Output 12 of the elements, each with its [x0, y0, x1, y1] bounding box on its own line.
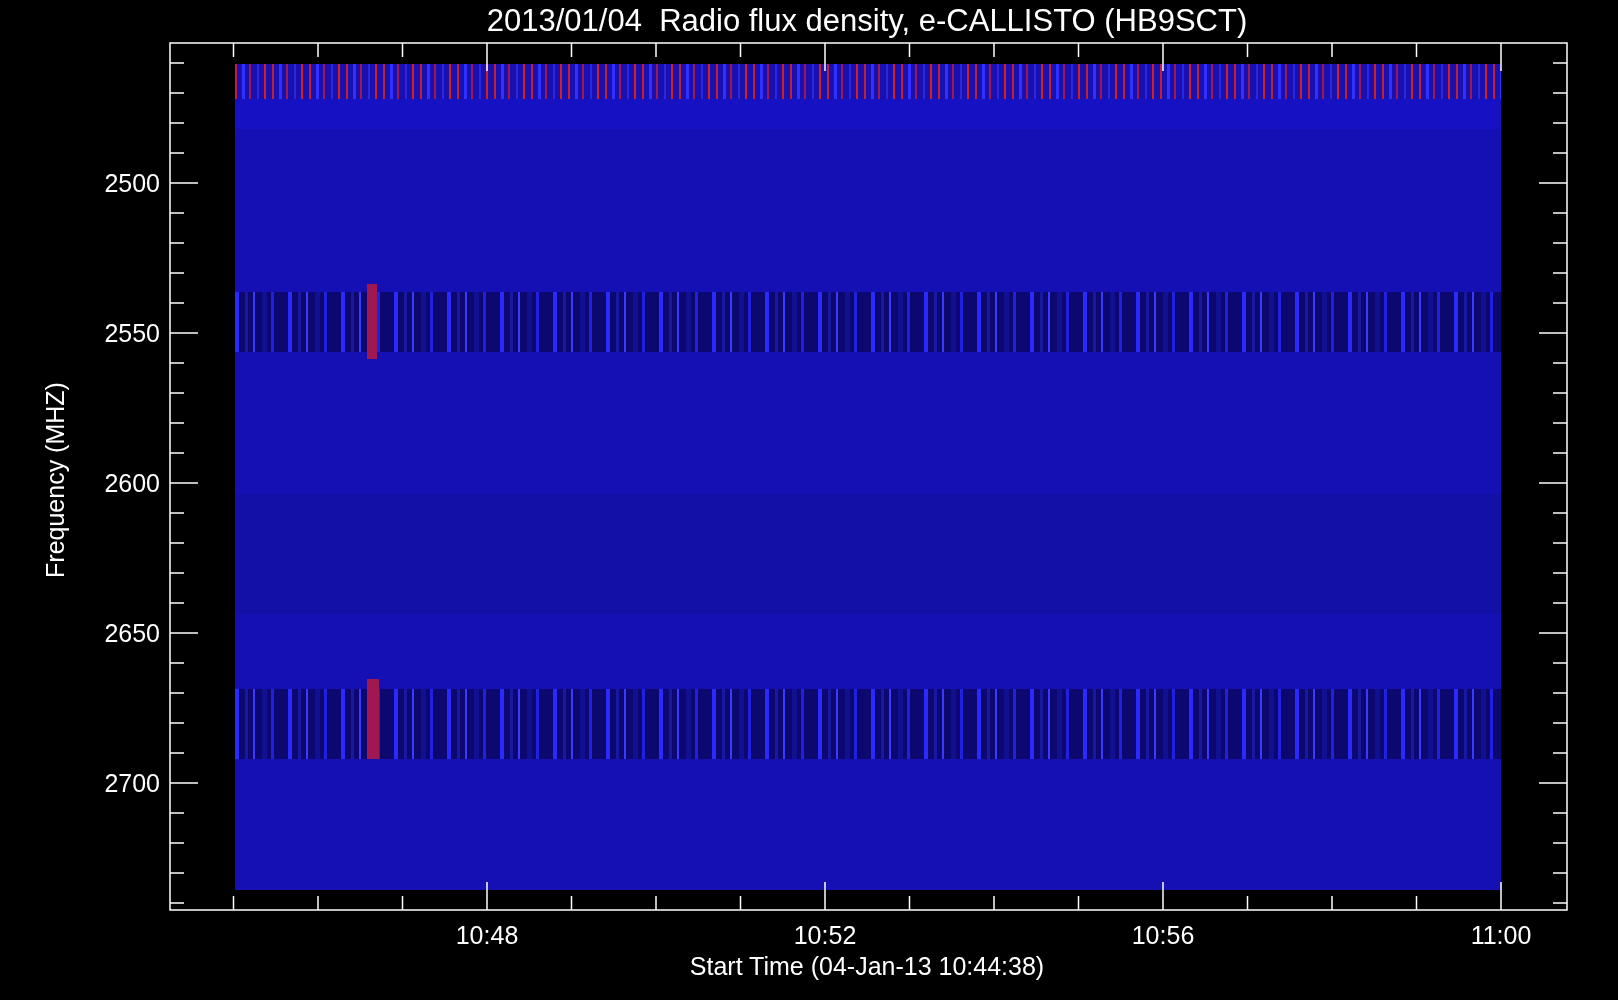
- y-tick-label: 2600: [104, 469, 160, 497]
- x-axis-label: Start Time (04-Jan-13 10:44:38): [689, 952, 1045, 980]
- y-tick-label: 2500: [104, 169, 160, 197]
- x-tick-label: 10:56: [1131, 921, 1195, 949]
- x-tick-label: 10:52: [793, 921, 857, 949]
- y-tick-label: 2550: [104, 319, 160, 347]
- x-tick-label: 11:00: [1470, 921, 1532, 949]
- x-tick-label: 10:48: [455, 921, 519, 949]
- y-tick-label: 2700: [104, 769, 160, 797]
- chart-title: 2013/01/04 Radio flux density, e-CALLISTO (HB9SCT): [486, 3, 1248, 38]
- y-tick-label: 2650: [104, 619, 160, 647]
- y-axis-label: Frequency (MHZ): [41, 382, 69, 578]
